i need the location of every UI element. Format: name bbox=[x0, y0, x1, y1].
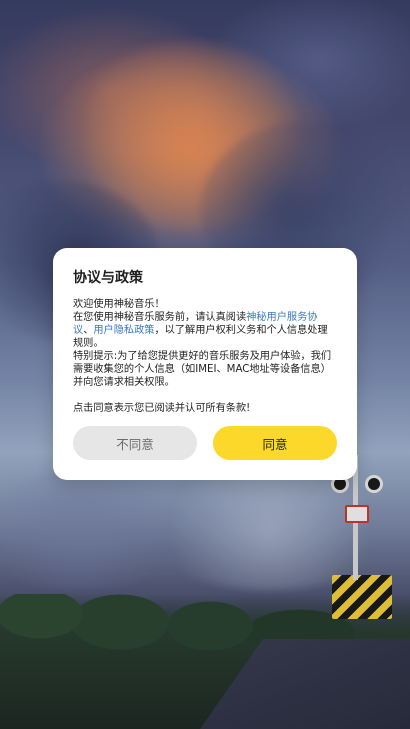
disagree-button[interactable]: 不同意 bbox=[73, 426, 197, 460]
agreement-dialog: 协议与政策 欢迎使用神秘音乐！ 在您使用神秘音乐服务前，请认真阅读神秘用户服务协… bbox=[53, 248, 357, 480]
dialog-buttons: 不同意 同意 bbox=[73, 426, 337, 460]
agree-button[interactable]: 同意 bbox=[213, 426, 337, 460]
notice-text: 特别提示:为了给您提供更好的音乐服务及用户体验，我们需要收集您的个人信息（如IM… bbox=[73, 351, 332, 388]
intro-text: 在您使用神秘音乐服务前，请认真阅读 bbox=[73, 312, 247, 323]
dialog-body: 欢迎使用神秘音乐！ 在您使用神秘音乐服务前，请认真阅读神秘用户服务协议、用户隐私… bbox=[73, 298, 337, 415]
link-separator: 、 bbox=[83, 325, 94, 336]
dialog-title: 协议与政策 bbox=[73, 270, 143, 286]
welcome-text: 欢迎使用神秘音乐！ bbox=[73, 299, 165, 310]
intro-paragraph: 在您使用神秘音乐服务前，请认真阅读神秘用户服务协议、用户隐私政策，以了解用户权利… bbox=[73, 311, 337, 350]
privacy-policy-link[interactable]: 用户隐私政策 bbox=[93, 325, 154, 336]
consent-text: 点击同意表示您已阅读并认可所有条款! bbox=[73, 403, 251, 414]
